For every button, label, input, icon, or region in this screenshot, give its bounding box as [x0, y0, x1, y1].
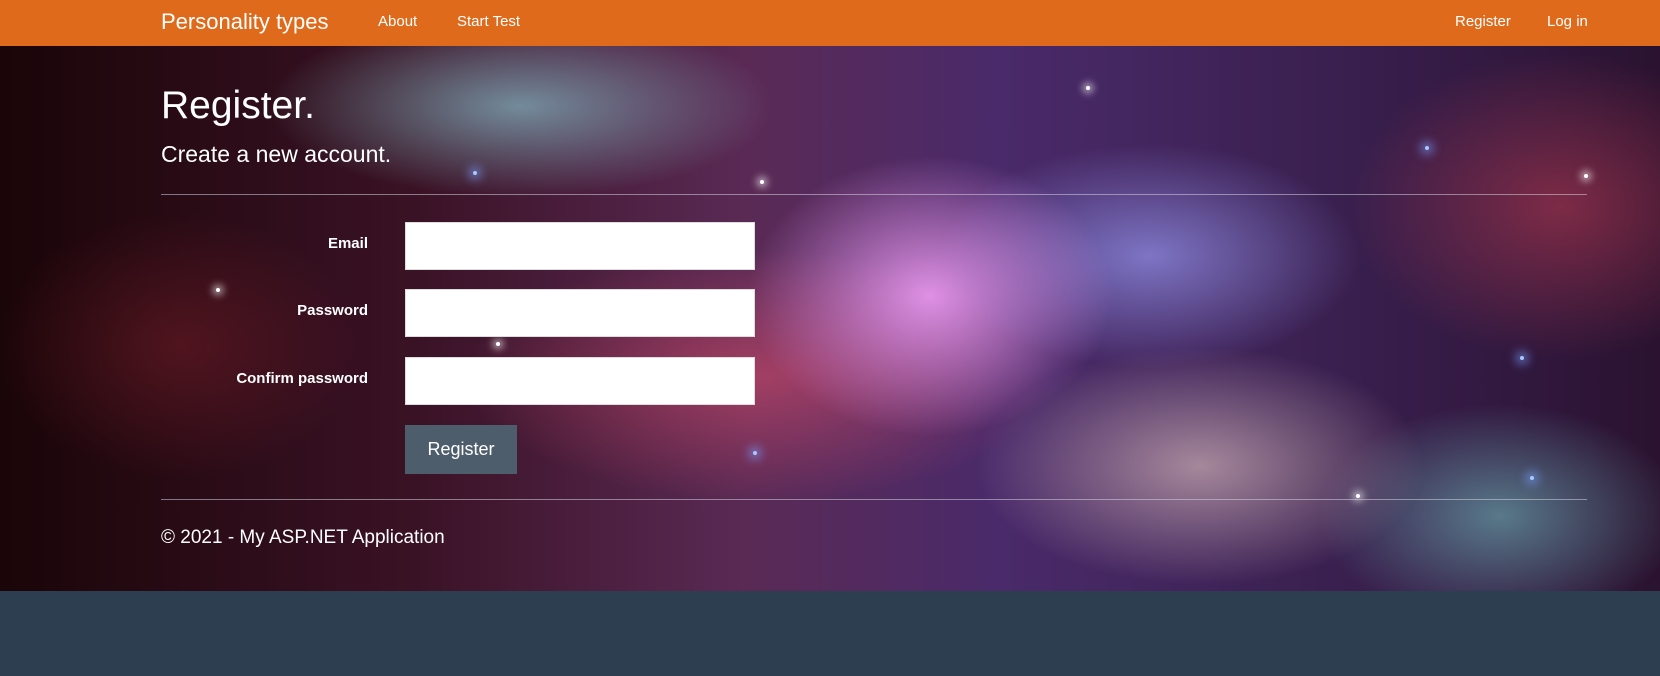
star-decoration [760, 180, 764, 184]
footer-copyright: © 2021 - My ASP.NET Application [161, 527, 445, 548]
star-decoration [216, 288, 220, 292]
header-divider [161, 194, 1587, 195]
nav-link-register[interactable]: Register [1455, 13, 1511, 30]
confirm-password-label: Confirm password [236, 370, 368, 387]
nav-link-about[interactable]: About [378, 13, 417, 30]
star-decoration [496, 342, 500, 346]
nav-link-start-test[interactable]: Start Test [457, 13, 520, 30]
star-decoration [1584, 174, 1588, 178]
star-decoration [1530, 476, 1534, 480]
footer-divider [161, 499, 1587, 500]
star-decoration [753, 451, 757, 455]
page-subtitle: Create a new account. [161, 141, 392, 167]
star-decoration [1425, 146, 1429, 150]
confirm-password-field[interactable] [405, 357, 755, 405]
email-label: Email [327, 235, 368, 252]
star-decoration [1086, 86, 1090, 90]
nav-link-login[interactable]: Log in [1547, 13, 1588, 30]
register-button[interactable]: Register [405, 425, 517, 474]
star-decoration [1520, 356, 1524, 360]
password-field[interactable] [405, 289, 755, 337]
star-decoration [473, 171, 477, 175]
password-label: Password [297, 302, 368, 319]
email-field[interactable] [405, 222, 755, 270]
page-title: Register. [161, 84, 315, 127]
page-bottom-band [0, 591, 1660, 676]
star-decoration [1356, 494, 1360, 498]
top-navbar: Personality types About Start Test Regis… [0, 0, 1660, 46]
brand-link[interactable]: Personality types [161, 9, 329, 35]
